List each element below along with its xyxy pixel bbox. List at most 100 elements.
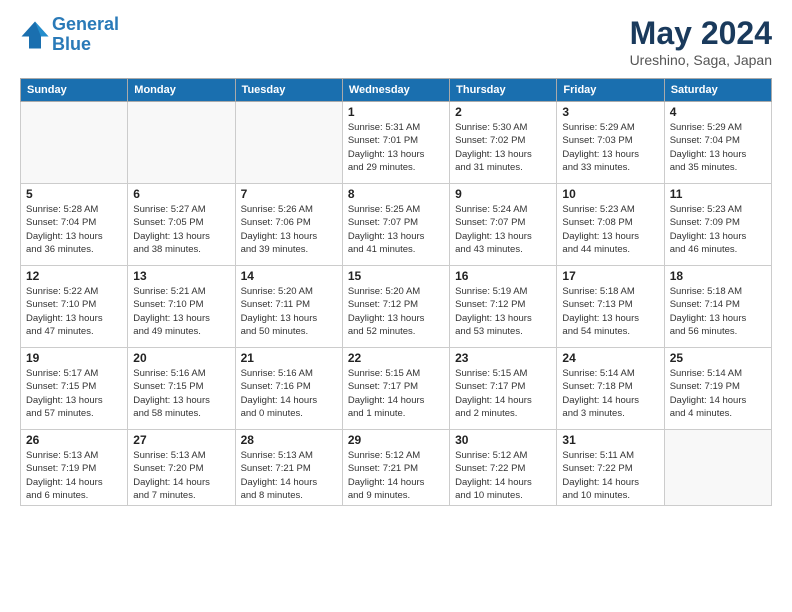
logo-text: General Blue [52,15,119,55]
day-number: 9 [455,187,551,201]
day-number: 19 [26,351,122,365]
day-info: Sunrise: 5:13 AMSunset: 7:20 PMDaylight:… [133,449,229,502]
day-info: Sunrise: 5:26 AMSunset: 7:06 PMDaylight:… [241,203,337,256]
calendar-cell: 27 Sunrise: 5:13 AMSunset: 7:20 PMDayligh… [128,430,235,506]
day-number: 27 [133,433,229,447]
title-area: May 2024 Ureshino, Saga, Japan [630,15,772,68]
calendar-cell: 23 Sunrise: 5:15 AMSunset: 7:17 PMDayligh… [450,348,557,430]
day-number: 23 [455,351,551,365]
logo: General Blue [20,15,119,55]
col-monday: Monday [128,79,235,102]
calendar-cell [21,102,128,184]
header: General Blue May 2024 Ureshino, Saga, Ja… [20,15,772,68]
calendar-cell: 20Sunrise: 5:16 AMSunset: 7:15 PMDayligh… [128,348,235,430]
day-number: 2 [455,105,551,119]
calendar-cell: 16 Sunrise: 5:19 AMSunset: 7:12 PMDayligh… [450,266,557,348]
day-number: 15 [348,269,444,283]
calendar-cell: 7 Sunrise: 5:26 AMSunset: 7:06 PMDaylight… [235,184,342,266]
day-info: Sunrise: 5:15 AMSunset: 7:17 PMDaylight:… [455,367,551,420]
day-info: Sunrise: 5:18 AMSunset: 7:13 PMDaylight:… [562,285,658,338]
col-wednesday: Wednesday [342,79,449,102]
day-info: Sunrise: 5:14 AMSunset: 7:18 PMDaylight:… [562,367,658,420]
calendar-cell: 9 Sunrise: 5:24 AMSunset: 7:07 PMDaylight… [450,184,557,266]
calendar-cell: 6Sunrise: 5:27 AMSunset: 7:05 PMDaylight… [128,184,235,266]
calendar-cell: 11Sunrise: 5:23 AMSunset: 7:09 PMDayligh… [664,184,771,266]
day-info: Sunrise: 5:24 AMSunset: 7:07 PMDaylight:… [455,203,551,256]
calendar-cell: 2 Sunrise: 5:30 AMSunset: 7:02 PMDaylight… [450,102,557,184]
day-info: Sunrise: 5:12 AMSunset: 7:22 PMDaylight:… [455,449,551,502]
day-number: 31 [562,433,658,447]
day-number: 6 [133,187,229,201]
calendar-week-2: 12 Sunrise: 5:22 AMSunset: 7:10 PMDayligh… [21,266,772,348]
calendar-header-row: Sunday Monday Tuesday Wednesday Thursday… [21,79,772,102]
col-tuesday: Tuesday [235,79,342,102]
day-number: 28 [241,433,337,447]
day-info: Sunrise: 5:30 AMSunset: 7:02 PMDaylight:… [455,121,551,174]
day-number: 8 [348,187,444,201]
day-info: Sunrise: 5:13 AMSunset: 7:21 PMDaylight:… [241,449,337,502]
day-number: 4 [670,105,766,119]
calendar-cell: 4 Sunrise: 5:29 AMSunset: 7:04 PMDaylight… [664,102,771,184]
calendar-cell [664,430,771,506]
day-number: 20 [133,351,229,365]
calendar-cell: 28 Sunrise: 5:13 AMSunset: 7:21 PMDayligh… [235,430,342,506]
day-number: 11 [670,187,766,201]
calendar-cell: 10Sunrise: 5:23 AMSunset: 7:08 PMDayligh… [557,184,664,266]
calendar-cell: 5 Sunrise: 5:28 AMSunset: 7:04 PMDaylight… [21,184,128,266]
calendar-cell: 15 Sunrise: 5:20 AMSunset: 7:12 PMDayligh… [342,266,449,348]
calendar-cell: 18 Sunrise: 5:18 AMSunset: 7:14 PMDayligh… [664,266,771,348]
logo-line1: General [52,14,119,34]
day-info: Sunrise: 5:17 AMSunset: 7:15 PMDaylight:… [26,367,122,420]
day-info: Sunrise: 5:31 AMSunset: 7:01 PMDaylight:… [348,121,444,174]
calendar-cell: 8 Sunrise: 5:25 AMSunset: 7:07 PMDaylight… [342,184,449,266]
col-saturday: Saturday [664,79,771,102]
day-number: 3 [562,105,658,119]
calendar-cell: 29Sunrise: 5:12 AMSunset: 7:21 PMDayligh… [342,430,449,506]
calendar-week-3: 19 Sunrise: 5:17 AMSunset: 7:15 PMDayligh… [21,348,772,430]
calendar-cell [128,102,235,184]
day-info: Sunrise: 5:25 AMSunset: 7:07 PMDaylight:… [348,203,444,256]
day-info: Sunrise: 5:13 AMSunset: 7:19 PMDaylight:… [26,449,122,502]
day-number: 16 [455,269,551,283]
day-info: Sunrise: 5:22 AMSunset: 7:10 PMDaylight:… [26,285,122,338]
page: General Blue May 2024 Ureshino, Saga, Ja… [0,0,792,612]
calendar-cell: 21Sunrise: 5:16 AMSunset: 7:16 PMDayligh… [235,348,342,430]
day-number: 24 [562,351,658,365]
day-info: Sunrise: 5:28 AMSunset: 7:04 PMDaylight:… [26,203,122,256]
calendar-cell: 25Sunrise: 5:14 AMSunset: 7:19 PMDayligh… [664,348,771,430]
day-number: 22 [348,351,444,365]
col-thursday: Thursday [450,79,557,102]
day-info: Sunrise: 5:23 AMSunset: 7:08 PMDaylight:… [562,203,658,256]
calendar-cell: 26 Sunrise: 5:13 AMSunset: 7:19 PMDayligh… [21,430,128,506]
day-info: Sunrise: 5:18 AMSunset: 7:14 PMDaylight:… [670,285,766,338]
day-number: 26 [26,433,122,447]
calendar-cell: 19 Sunrise: 5:17 AMSunset: 7:15 PMDayligh… [21,348,128,430]
day-number: 18 [670,269,766,283]
calendar-cell: 22Sunrise: 5:15 AMSunset: 7:17 PMDayligh… [342,348,449,430]
day-number: 12 [26,269,122,283]
day-number: 30 [455,433,551,447]
calendar-cell: 30 Sunrise: 5:12 AMSunset: 7:22 PMDayligh… [450,430,557,506]
month-title: May 2024 [630,15,772,52]
day-info: Sunrise: 5:20 AMSunset: 7:12 PMDaylight:… [348,285,444,338]
day-number: 5 [26,187,122,201]
calendar-cell: 31Sunrise: 5:11 AMSunset: 7:22 PMDayligh… [557,430,664,506]
day-info: Sunrise: 5:19 AMSunset: 7:12 PMDaylight:… [455,285,551,338]
col-friday: Friday [557,79,664,102]
day-info: Sunrise: 5:29 AMSunset: 7:04 PMDaylight:… [670,121,766,174]
col-sunday: Sunday [21,79,128,102]
calendar-cell [235,102,342,184]
day-number: 1 [348,105,444,119]
calendar-cell: 1 Sunrise: 5:31 AMSunset: 7:01 PMDaylight… [342,102,449,184]
calendar-cell: 14Sunrise: 5:20 AMSunset: 7:11 PMDayligh… [235,266,342,348]
day-info: Sunrise: 5:12 AMSunset: 7:21 PMDaylight:… [348,449,444,502]
logo-line2: Blue [52,34,91,54]
calendar: Sunday Monday Tuesday Wednesday Thursday… [20,78,772,506]
calendar-cell: 17 Sunrise: 5:18 AMSunset: 7:13 PMDayligh… [557,266,664,348]
day-number: 17 [562,269,658,283]
logo-icon [20,20,50,50]
calendar-cell: 24 Sunrise: 5:14 AMSunset: 7:18 PMDayligh… [557,348,664,430]
day-info: Sunrise: 5:16 AMSunset: 7:16 PMDaylight:… [241,367,337,420]
day-number: 25 [670,351,766,365]
day-number: 7 [241,187,337,201]
